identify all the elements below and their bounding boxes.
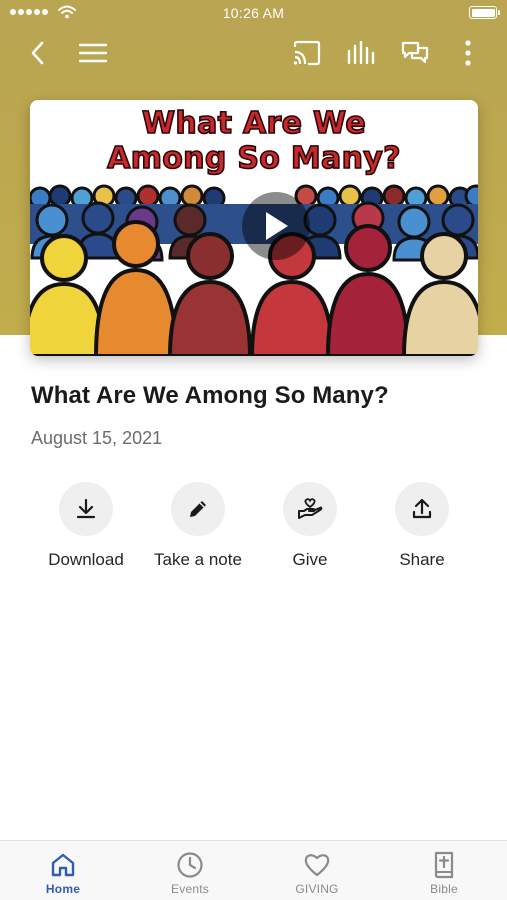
home-icon bbox=[50, 851, 76, 879]
download-label: Download bbox=[48, 550, 124, 569]
heart-icon bbox=[303, 851, 331, 879]
tab-giving-label: GIVING bbox=[295, 882, 339, 896]
play-button[interactable] bbox=[242, 192, 310, 260]
take-note-label: Take a note bbox=[154, 550, 242, 569]
tab-home-label: Home bbox=[45, 882, 81, 896]
sermon-date: August 15, 2021 bbox=[31, 428, 163, 448]
artwork-title: What Are We Among So Many? bbox=[30, 105, 478, 177]
tab-giving[interactable]: GIVING bbox=[254, 841, 380, 900]
tab-bible[interactable]: Bible bbox=[381, 841, 507, 900]
status-bar: 10:26 AM bbox=[0, 0, 507, 28]
tab-events[interactable]: Events bbox=[127, 841, 253, 900]
sermon-artwork[interactable]: What Are We Among So Many? bbox=[30, 100, 478, 356]
back-chevron-icon[interactable] bbox=[21, 36, 55, 70]
give-label: Give bbox=[292, 550, 328, 569]
bible-icon bbox=[432, 851, 456, 879]
give-button[interactable]: Give bbox=[254, 482, 366, 570]
share-upload-icon bbox=[395, 482, 449, 536]
take-note-button[interactable]: Take a note bbox=[142, 482, 254, 570]
download-icon bbox=[59, 482, 113, 536]
pencil-icon bbox=[171, 482, 225, 536]
share-button[interactable]: Share bbox=[366, 482, 478, 570]
more-vertical-icon[interactable] bbox=[451, 36, 485, 70]
tab-events-label: Events bbox=[171, 882, 209, 896]
artwork-title-line-2: Among So Many? bbox=[106, 140, 401, 177]
sermon-title: What Are We Among So Many? bbox=[31, 382, 389, 409]
clock-icon bbox=[176, 851, 204, 879]
status-time: 10:26 AM bbox=[222, 5, 285, 21]
chat-bubbles-icon[interactable] bbox=[398, 36, 432, 70]
tab-bible-label: Bible bbox=[430, 882, 458, 896]
bottom-tab-bar: Home Events GIVING Bible bbox=[0, 840, 507, 900]
download-button[interactable]: Download bbox=[30, 482, 142, 570]
audio-bars-icon[interactable] bbox=[344, 36, 378, 70]
artwork-title-line-1: What Are We bbox=[141, 105, 366, 142]
play-icon bbox=[266, 212, 288, 240]
heart-hand-icon bbox=[283, 482, 337, 536]
cast-icon[interactable] bbox=[290, 36, 324, 70]
battery-icon bbox=[469, 6, 500, 19]
share-label: Share bbox=[399, 550, 445, 569]
hamburger-menu-icon[interactable] bbox=[76, 36, 110, 70]
tab-home[interactable]: Home bbox=[0, 841, 126, 900]
